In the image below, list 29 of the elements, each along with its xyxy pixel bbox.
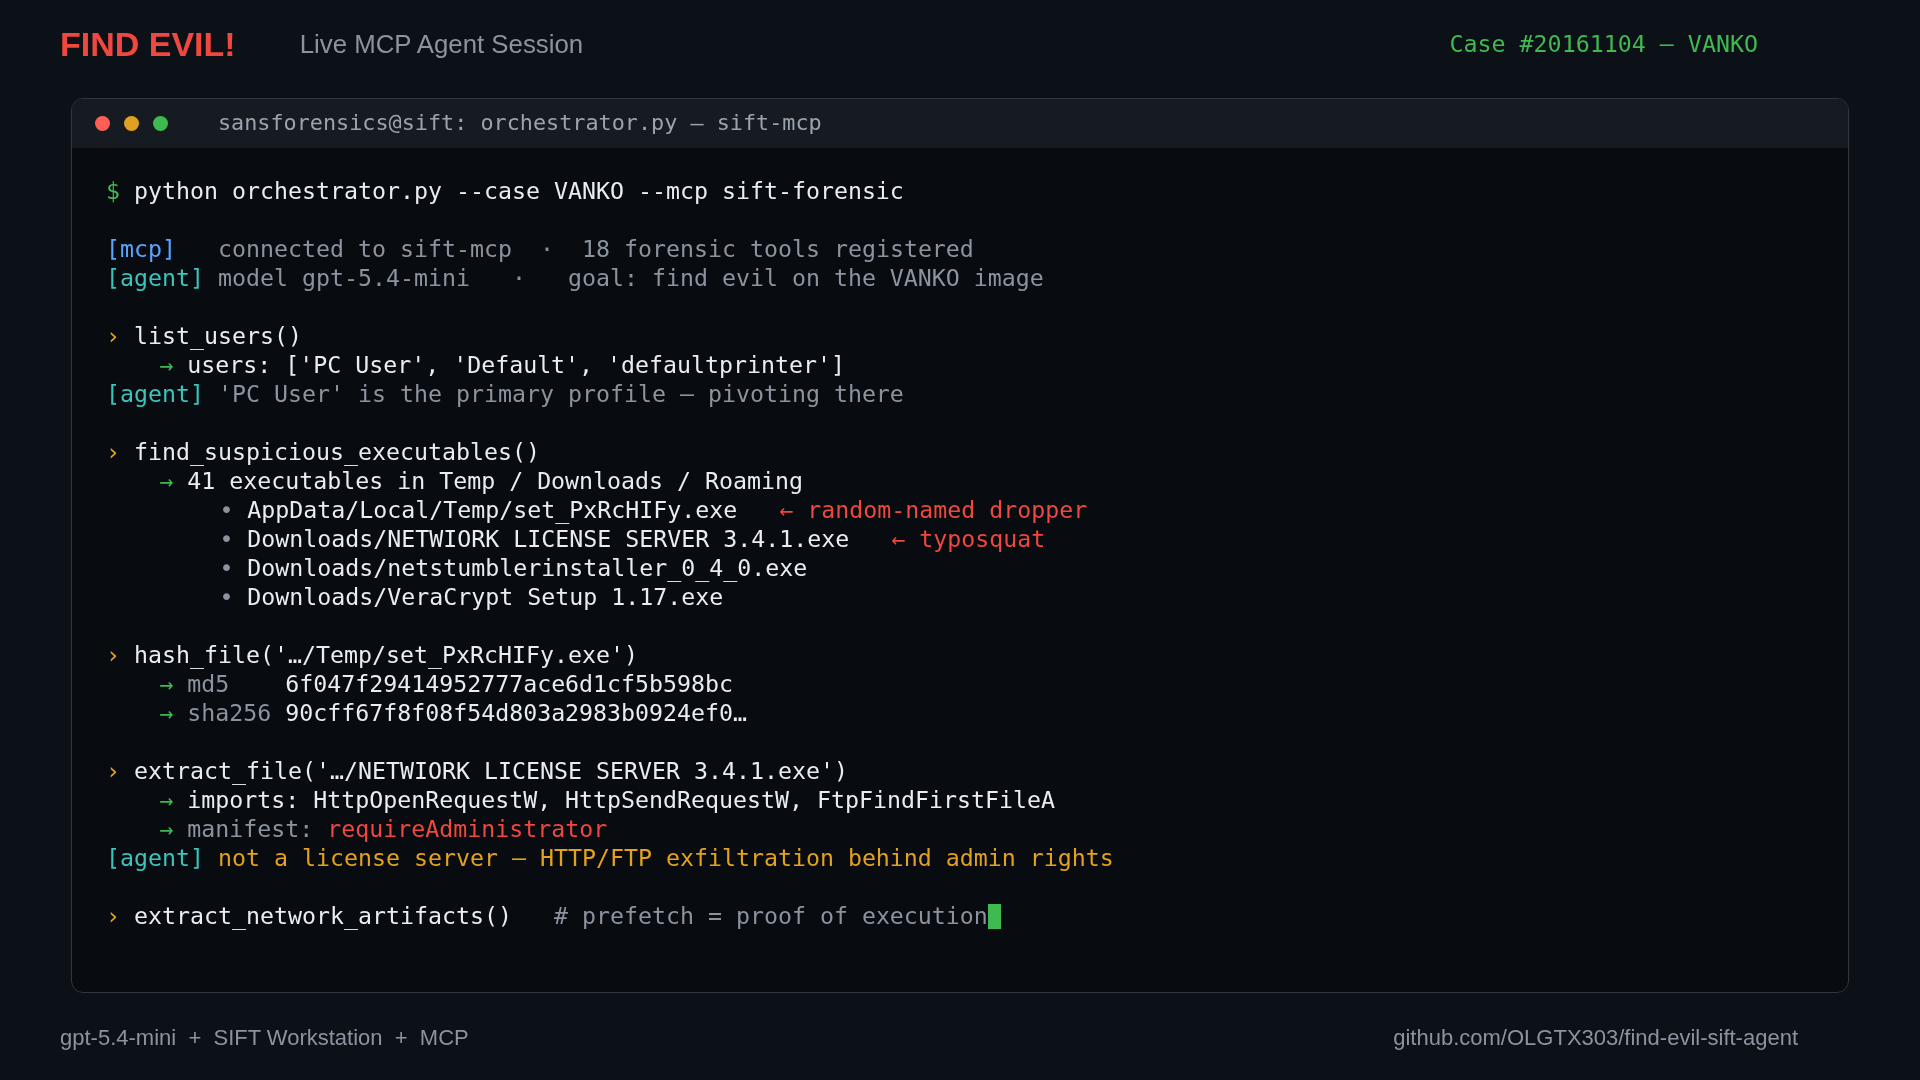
terminal-line: • AppData/Local/Temp/set_PxRcHIFy.exe ← random-named dropper bbox=[219, 495, 1088, 524]
terminal-line: [agent] model gpt-5.4-mini · goal: find evil on the VANKO image bbox=[106, 263, 1044, 292]
minimize-control[interactable] bbox=[124, 116, 139, 131]
terminal-line: → users: ['PC User', 'Default', 'defaultprinter'] bbox=[159, 350, 846, 379]
terminal-line: › extract_file('…/NETWIORK LICENSE SERVER 3.4.1.exe') bbox=[106, 756, 848, 785]
terminal-line: › extract_network_artifacts() # prefetch = proof of execution bbox=[106, 901, 988, 930]
window-title: sansforensics@sift: orchestrator.py — sift-mcp bbox=[218, 109, 822, 138]
close-control[interactable] bbox=[95, 116, 110, 131]
terminal-line: › find_suspicious_executables() bbox=[106, 437, 540, 466]
terminal-line: → 41 executables in Temp / Downloads / Roaming bbox=[159, 466, 804, 495]
terminal-line: → sha256 90cff67f8f08f54d803a2983b0924ef0… bbox=[159, 698, 748, 727]
terminal-line: • Downloads/VeraCrypt Setup 1.17.exe bbox=[219, 582, 724, 611]
brand-title: FIND EVIL! bbox=[60, 23, 236, 65]
footer-credits: gpt-5.4-mini + SIFT Workstation + MCP bbox=[60, 1023, 469, 1052]
session-subtitle: Live MCP Agent Session bbox=[299, 28, 584, 60]
case-label: Case #20161104 — VANKO bbox=[1449, 28, 1758, 59]
terminal-line: → imports: HttpOpenRequestW, HttpSendRequestW, FtpFindFirstFileA bbox=[159, 785, 1056, 814]
maximize-control[interactable] bbox=[153, 116, 168, 131]
terminal-line: $ python orchestrator.py --case VANKO --mcp sift-forensic bbox=[106, 176, 904, 205]
terminal-line: [agent] not a license server — HTTP/FTP exfiltration behind admin rights bbox=[106, 843, 1114, 872]
terminal-line: › list_users() bbox=[106, 321, 302, 350]
terminal-line: • Downloads/NETWIORK LICENSE SERVER 3.4.1.exe ← typosquat bbox=[219, 524, 1046, 553]
terminal-line: › hash_file('…/Temp/set_PxRcHIFy.exe') bbox=[106, 640, 638, 669]
terminal-line: → manifest: requireAdministrator bbox=[159, 814, 608, 843]
terminal-line: • Downloads/netstumblerinstaller_0_4_0.exe bbox=[219, 553, 808, 582]
terminal-line: [agent] 'PC User' is the primary profile — pivoting there bbox=[106, 379, 904, 408]
repository-link[interactable]: github.com/OLGTX303/find-evil-sift-agent bbox=[1393, 1020, 1798, 1054]
terminal-line: → md5 6f047f29414952777ace6d1cf5b598bc bbox=[159, 669, 734, 698]
terminal-line: [mcp] connected to sift-mcp · 18 forensic tools registered bbox=[106, 234, 974, 263]
